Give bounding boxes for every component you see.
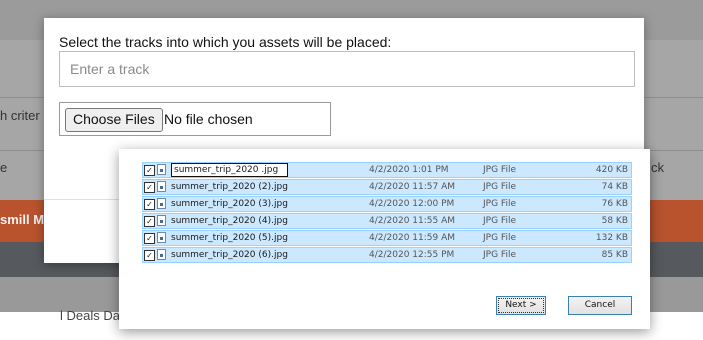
image-file-icon bbox=[157, 215, 166, 226]
file-checkbox[interactable]: ✓ bbox=[144, 250, 155, 261]
file-name: summer_trip_2020 (6).jpg bbox=[171, 250, 288, 260]
file-date-modified: 4/2/2020 12:00 PM bbox=[369, 199, 455, 209]
file-picker-dialog: ✓ summer_trip_2020 .jpg 4/2/2020 1:01 PM JP… bbox=[119, 149, 650, 329]
track-input[interactable] bbox=[59, 51, 635, 87]
file-row[interactable]: ✓ summer_trip_2020 (5).jpg 4/2/2020 11:59 … bbox=[142, 230, 632, 246]
cancel-button[interactable]: Cancel bbox=[568, 296, 632, 315]
file-type: JPG File bbox=[483, 233, 516, 243]
image-file-icon bbox=[157, 249, 166, 260]
file-size: 58 KB bbox=[601, 216, 628, 226]
file-type: JPG File bbox=[483, 182, 516, 192]
file-size: 420 KB bbox=[595, 165, 628, 175]
file-type: JPG File bbox=[483, 250, 516, 260]
file-name: summer_trip_2020 (5).jpg bbox=[171, 233, 288, 243]
next-button[interactable]: Next > bbox=[496, 296, 546, 315]
file-row[interactable]: ✓ summer_trip_2020 (3).jpg 4/2/2020 12:00 … bbox=[142, 196, 632, 212]
file-type: JPG File bbox=[483, 165, 516, 175]
file-date-modified: 4/2/2020 11:55 AM bbox=[369, 216, 456, 226]
image-file-icon bbox=[157, 198, 166, 209]
no-file-chosen-text: No file chosen bbox=[164, 111, 253, 127]
track-select-label: Select the tracks into which you assets … bbox=[59, 34, 392, 50]
file-name: summer_trip_2020 (2).jpg bbox=[171, 182, 288, 192]
image-file-icon bbox=[157, 232, 166, 243]
file-checkbox[interactable]: ✓ bbox=[144, 216, 155, 227]
bg-search-criteria-fragment: h criter bbox=[0, 108, 40, 123]
file-type: JPG File bbox=[483, 199, 516, 209]
file-date-modified: 4/2/2020 11:57 AM bbox=[369, 182, 456, 192]
file-row[interactable]: ✓ summer_trip_2020 (4).jpg 4/2/2020 11:55 … bbox=[142, 213, 632, 229]
choose-files-button[interactable]: Choose Files bbox=[65, 108, 163, 132]
file-name: summer_trip_2020 (4).jpg bbox=[171, 216, 288, 226]
file-size: 74 KB bbox=[601, 182, 628, 192]
file-date-modified: 4/2/2020 1:01 PM bbox=[369, 165, 449, 175]
file-size: 132 KB bbox=[595, 233, 628, 243]
image-file-icon bbox=[157, 164, 166, 175]
file-list: ✓ summer_trip_2020 .jpg 4/2/2020 1:01 PM JP… bbox=[142, 162, 632, 264]
bg-column-fragment-right: ck bbox=[651, 160, 664, 175]
file-size: 85 KB bbox=[601, 250, 628, 260]
file-checkbox[interactable]: ✓ bbox=[144, 199, 155, 210]
file-date-modified: 4/2/2020 11:59 AM bbox=[369, 233, 456, 243]
image-file-icon bbox=[157, 181, 166, 192]
bg-lower-fragment: l Deals Dat bbox=[60, 308, 124, 323]
file-name: summer_trip_2020 (3).jpg bbox=[171, 199, 288, 209]
file-date-modified: 4/2/2020 12:55 PM bbox=[369, 250, 455, 260]
file-checkbox[interactable]: ✓ bbox=[144, 233, 155, 244]
file-size: 76 KB bbox=[601, 199, 628, 209]
file-row[interactable]: ✓ summer_trip_2020 (6).jpg 4/2/2020 12:55 … bbox=[142, 247, 632, 263]
file-row[interactable]: ✓ summer_trip_2020 (2).jpg 4/2/2020 11:57 … bbox=[142, 179, 632, 195]
file-row[interactable]: ✓ summer_trip_2020 .jpg 4/2/2020 1:01 PM JP… bbox=[142, 162, 632, 178]
file-name-edit-field[interactable]: summer_trip_2020 .jpg bbox=[171, 163, 288, 177]
bg-column-fragment: e bbox=[0, 160, 8, 175]
file-input[interactable]: Choose Files No file chosen bbox=[59, 102, 331, 136]
file-checkbox[interactable]: ✓ bbox=[144, 165, 155, 176]
file-type: JPG File bbox=[483, 216, 516, 226]
file-checkbox[interactable]: ✓ bbox=[144, 182, 155, 193]
